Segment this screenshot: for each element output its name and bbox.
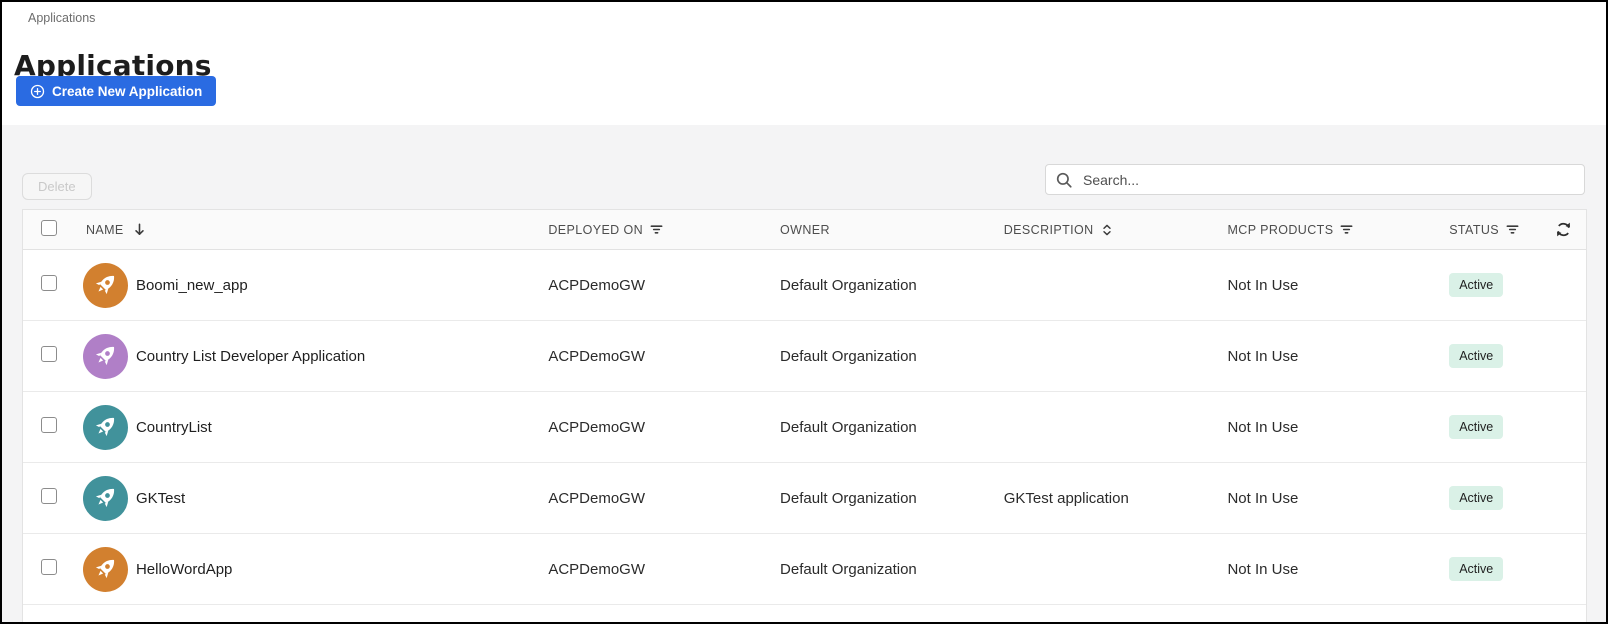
table-row[interactable]: Country List Developer Application ACPDe… [23,321,1586,392]
column-label-owner: OWNER [780,222,830,237]
column-header-status[interactable]: STATUS [1429,222,1541,237]
sort-icon[interactable] [1100,223,1114,237]
column-label-description: DESCRIPTION [1003,222,1094,237]
rocket-icon [93,270,120,297]
column-label-deployed-on: DEPLOYED ON [548,222,644,237]
row-checkbox[interactable] [41,417,57,433]
search-icon [1055,171,1073,189]
applications-page: Applications Applications Create New App… [0,0,1608,624]
rocket-icon [93,341,120,368]
column-label-status: STATUS [1449,222,1500,237]
rocket-icon [93,554,120,581]
app-name: HelloWordApp [135,560,233,578]
sort-descending-icon [132,222,147,237]
refresh-button[interactable] [1553,219,1574,240]
description-value: GKTest application [1003,489,1129,507]
search-input[interactable] [1081,170,1575,189]
app-avatar [82,333,128,379]
app-avatar [82,262,128,308]
deployed-on-value: ACPDemoGW [548,489,646,507]
owner-value: Default Organization [780,418,917,436]
owner-value: Default Organization [780,560,917,578]
status-badge: Active [1449,272,1504,298]
filter-icon[interactable] [649,222,664,237]
filter-icon[interactable] [1339,222,1354,237]
breadcrumb[interactable]: Applications [28,11,95,25]
select-all-checkbox[interactable] [41,220,57,236]
content-panel: Delete NAME [2,125,1606,622]
plus-circle-icon [30,84,45,99]
owner-value: Default Organization [780,276,917,294]
mcp-products-value: Not In Use [1227,489,1299,507]
delete-button[interactable]: Delete [22,173,92,200]
refresh-icon [1555,221,1572,238]
column-header-name[interactable]: NAME [73,222,528,237]
applications-table: NAME DEPLOYED ON OWNER DESCRIPTION MCP P… [22,209,1587,622]
deployed-on-value: ACPDemoGW [548,560,646,578]
status-badge: Active [1449,343,1504,369]
table-header-row: NAME DEPLOYED ON OWNER DESCRIPTION MCP P… [23,210,1586,250]
status-badge: Active [1449,414,1504,440]
app-avatar [82,475,128,521]
app-name: CountryList [135,418,212,436]
app-name: Country List Developer Application [135,347,366,365]
table-row[interactable]: Boomi_new_app ACPDemoGW Default Organiza… [23,250,1586,321]
row-checkbox[interactable] [41,488,57,504]
owner-value: Default Organization [780,489,917,507]
table-row[interactable]: HelloWordApp ACPDemoGW Default Organizat… [23,534,1586,605]
app-name: Boomi_new_app [135,276,248,294]
app-name: GKTest [135,489,186,507]
rocket-icon [93,483,120,510]
deployed-on-value: ACPDemoGW [548,276,646,294]
create-new-application-label: Create New Application [52,83,203,99]
column-header-mcp-products[interactable]: MCP PRODUCTS [1207,222,1429,237]
mcp-products-value: Not In Use [1227,347,1299,365]
mcp-products-value: Not In Use [1227,276,1299,294]
mcp-products-value: Not In Use [1227,560,1299,578]
app-avatar [82,404,128,450]
row-checkbox[interactable] [41,275,57,291]
row-checkbox[interactable] [41,346,57,362]
column-label-name: NAME [85,222,124,237]
deployed-on-value: ACPDemoGW [548,418,646,436]
owner-value: Default Organization [780,347,917,365]
mcp-products-value: Not In Use [1227,418,1299,436]
rocket-icon [93,412,120,439]
row-checkbox[interactable] [41,559,57,575]
app-avatar [82,546,128,592]
column-header-deployed-on[interactable]: DEPLOYED ON [528,222,760,237]
create-new-application-button[interactable]: Create New Application [16,76,217,106]
deployed-on-value: ACPDemoGW [548,347,646,365]
status-badge: Active [1449,556,1504,582]
column-header-owner: OWNER [760,223,984,237]
table-row[interactable]: GKTest ACPDemoGW Default Organization GK… [23,463,1586,534]
search-box [1045,164,1585,195]
status-badge: Active [1449,485,1504,511]
column-label-mcp-products: MCP PRODUCTS [1227,222,1334,237]
filter-icon[interactable] [1505,222,1520,237]
table-row[interactable]: CountryList ACPDemoGW Default Organizati… [23,392,1586,463]
column-header-description[interactable]: DESCRIPTION [984,223,1208,237]
